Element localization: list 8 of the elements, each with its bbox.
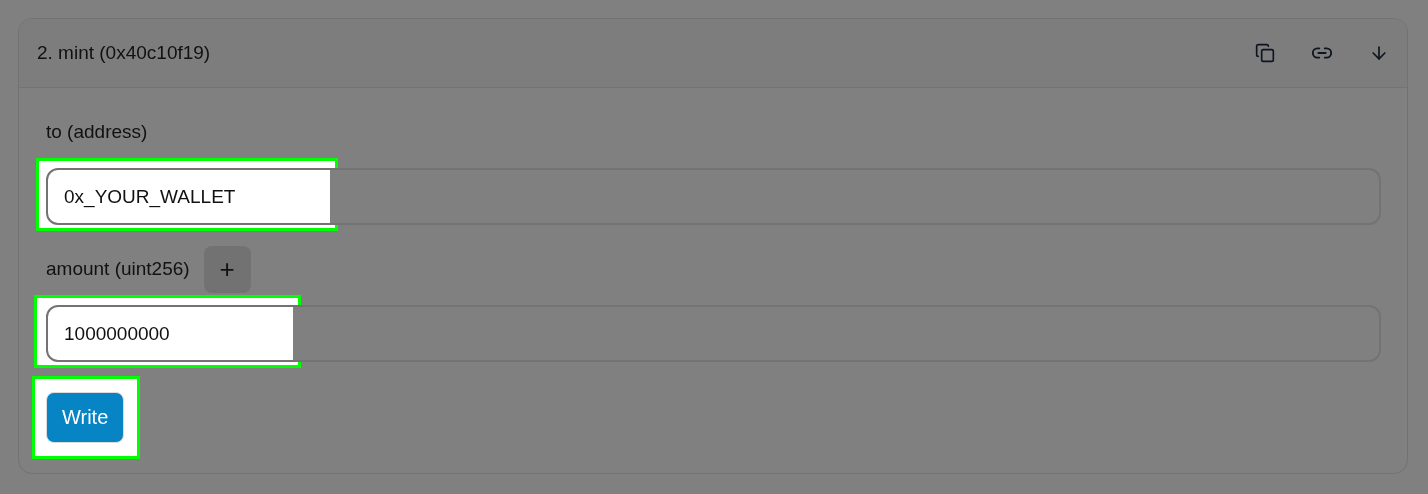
add-button[interactable]: + — [203, 245, 251, 293]
input-label: to (address) — [46, 121, 148, 143]
input-label: amount (uint256) — [46, 258, 190, 280]
function-title: 2. mint (0x40c10f19) — [37, 42, 212, 64]
input-field[interactable]: 0x_YOUR_WALLET — [46, 168, 1381, 225]
write-button[interactable]: Write — [46, 392, 125, 443]
input-field[interactable]: 1000000000 — [46, 305, 1381, 362]
copy-icon[interactable] — [1255, 43, 1275, 63]
